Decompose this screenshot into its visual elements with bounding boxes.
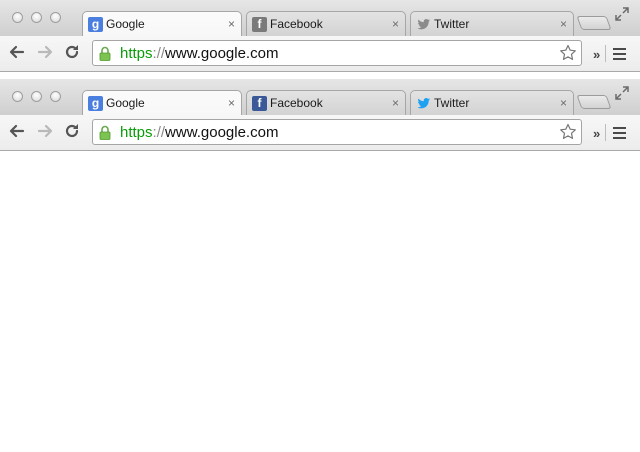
tab-label: Twitter	[434, 96, 470, 110]
menu-icon[interactable]	[613, 48, 626, 60]
tab-label: Google	[106, 17, 145, 31]
toolbar-divider	[605, 124, 606, 141]
tab-label: Facebook	[270, 96, 323, 110]
extensions-overflow-button[interactable]: »	[593, 126, 600, 141]
toolbar: https://www.google.com »	[0, 36, 640, 72]
address-bar[interactable]: https://www.google.com	[92, 40, 582, 66]
minimize-window-button[interactable]	[31, 12, 42, 23]
tab-twitter[interactable]: Twitter ×	[410, 11, 574, 36]
menu-icon[interactable]	[613, 127, 626, 139]
reload-icon[interactable]	[63, 122, 81, 140]
twitter-favicon-icon	[417, 98, 431, 109]
close-window-button[interactable]	[12, 12, 23, 23]
fullscreen-icon[interactable]	[615, 86, 629, 100]
lock-icon	[99, 125, 111, 140]
tab-facebook[interactable]: f Facebook ×	[246, 90, 406, 115]
bookmark-star-icon[interactable]	[559, 44, 577, 62]
fullscreen-icon[interactable]	[615, 7, 629, 21]
address-bar[interactable]: https://www.google.com	[92, 119, 582, 145]
new-tab-button[interactable]	[576, 16, 612, 30]
tab-close-button[interactable]: ×	[392, 96, 399, 110]
tab-close-button[interactable]: ×	[560, 17, 567, 31]
tab-close-button[interactable]: ×	[560, 96, 567, 110]
url-host: www.google.com	[165, 124, 279, 141]
url-host: www.google.com	[165, 45, 279, 62]
url-separator: ://	[152, 124, 166, 141]
google-favicon-icon: g	[88, 96, 103, 111]
tab-google[interactable]: g Google ×	[82, 11, 242, 37]
google-favicon-icon: g	[88, 17, 103, 32]
reload-icon[interactable]	[63, 43, 81, 61]
toolbar: https://www.google.com »	[0, 115, 640, 151]
url-scheme: https	[120, 124, 153, 141]
url-text: https://www.google.com	[120, 124, 278, 141]
facebook-favicon-icon: f	[252, 96, 267, 111]
forward-arrow-icon[interactable]	[36, 43, 54, 61]
close-window-button[interactable]	[12, 91, 23, 102]
url-scheme: https	[120, 45, 153, 62]
tab-label: Facebook	[270, 17, 323, 31]
tab-google[interactable]: g Google ×	[82, 90, 242, 116]
tab-twitter[interactable]: Twitter ×	[410, 90, 574, 115]
forward-arrow-icon[interactable]	[36, 122, 54, 140]
tab-close-button[interactable]: ×	[228, 96, 235, 110]
tab-label: Google	[106, 96, 145, 110]
bookmark-star-icon[interactable]	[559, 123, 577, 141]
page-content	[0, 151, 640, 452]
tab-close-button[interactable]: ×	[392, 17, 399, 31]
tab-strip: g Google × f Facebook × Twitter ×	[0, 79, 640, 116]
tab-label: Twitter	[434, 17, 470, 31]
tab-facebook[interactable]: f Facebook ×	[246, 11, 406, 36]
zoom-window-button[interactable]	[50, 91, 61, 102]
toolbar-divider	[605, 45, 606, 62]
back-arrow-icon[interactable]	[8, 122, 26, 140]
twitter-favicon-icon	[417, 19, 431, 30]
facebook-favicon-icon: f	[252, 17, 267, 32]
tab-close-button[interactable]: ×	[228, 17, 235, 31]
back-arrow-icon[interactable]	[8, 43, 26, 61]
zoom-window-button[interactable]	[50, 12, 61, 23]
url-text: https://www.google.com	[120, 45, 278, 62]
minimize-window-button[interactable]	[31, 91, 42, 102]
extensions-overflow-button[interactable]: »	[593, 47, 600, 62]
lock-icon	[99, 46, 111, 61]
url-separator: ://	[152, 45, 166, 62]
browser-window-color: g Google × f Facebook × Twitter × https:…	[0, 79, 640, 151]
tab-strip: g Google × f Facebook × Twitter ×	[0, 0, 640, 37]
new-tab-button[interactable]	[576, 95, 612, 109]
browser-window-grayscale: g Google × f Facebook × Twitter × https:…	[0, 0, 640, 72]
